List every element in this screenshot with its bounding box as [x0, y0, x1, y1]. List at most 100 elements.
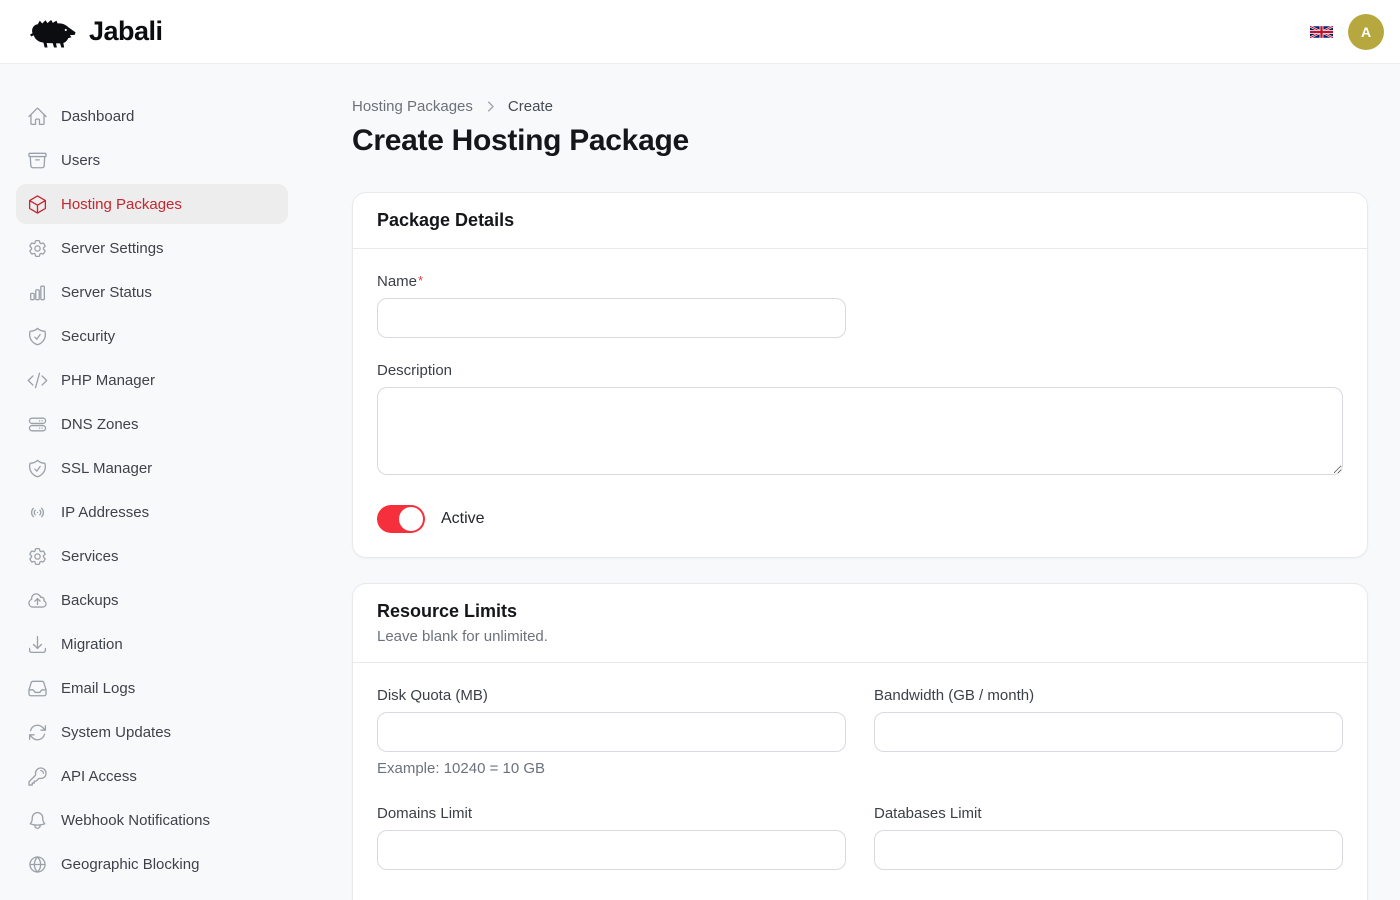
domains-limit-input[interactable]	[377, 830, 846, 870]
required-asterisk: *	[418, 273, 423, 288]
cloud-arrow-up-icon	[27, 590, 48, 611]
brand: Jabali	[28, 12, 163, 52]
domains-limit-label: Domains Limit	[377, 805, 846, 822]
databases-limit-input[interactable]	[874, 830, 1343, 870]
main-content: Hosting Packages Create Create Hosting P…	[304, 64, 1400, 900]
package-details-header: Package Details	[353, 193, 1367, 249]
sidebar-item-security[interactable]: Security	[16, 316, 288, 356]
shield-check-icon	[27, 326, 48, 347]
sidebar-item-label: PHP Manager	[61, 372, 155, 389]
cube-icon	[27, 194, 48, 215]
header-actions: A	[1310, 14, 1384, 50]
sidebar-item-php-manager[interactable]: PHP Manager	[16, 360, 288, 400]
resource-limits-title: Resource Limits	[377, 601, 1343, 622]
resource-limits-body: Disk Quota (MB) Example: 10240 = 10 GB B…	[353, 663, 1367, 900]
sidebar-item-geographic-blocking[interactable]: Geographic Blocking	[16, 844, 288, 884]
cog-icon	[27, 238, 48, 259]
package-details-body: Name* Description Active	[353, 249, 1367, 557]
breadcrumb-current: Create	[508, 98, 553, 115]
signal-icon	[27, 502, 48, 523]
sidebar-item-label: Server Settings	[61, 240, 164, 257]
sidebar-item-dashboard[interactable]: Dashboard	[16, 96, 288, 136]
resource-limits-subtitle: Leave blank for unlimited.	[377, 628, 1343, 645]
globe-icon	[27, 854, 48, 875]
sidebar-item-label: Geographic Blocking	[61, 856, 199, 873]
user-avatar[interactable]: A	[1348, 14, 1384, 50]
arrow-down-tray-icon	[27, 634, 48, 655]
archive-box-icon	[27, 150, 48, 171]
sidebar-item-users[interactable]: Users	[16, 140, 288, 180]
sidebar-item-label: Services	[61, 548, 119, 565]
databases-limit-field: Databases Limit	[874, 805, 1343, 870]
sidebar-item-services[interactable]: Services	[16, 536, 288, 576]
sidebar-item-label: Webhook Notifications	[61, 812, 210, 829]
toggle-knob	[399, 507, 423, 531]
bandwidth-field: Bandwidth (GB / month)	[874, 687, 1343, 752]
arrow-path-icon	[27, 722, 48, 743]
sidebar-item-label: Dashboard	[61, 108, 134, 125]
chevron-right-icon	[483, 99, 498, 114]
code-bracket-icon	[27, 370, 48, 391]
sidebar-item-label: Backups	[61, 592, 119, 609]
bandwidth-label: Bandwidth (GB / month)	[874, 687, 1343, 704]
sidebar-item-dns-zones[interactable]: DNS Zones	[16, 404, 288, 444]
sidebar-item-backups[interactable]: Backups	[16, 580, 288, 620]
bandwidth-input[interactable]	[874, 712, 1343, 752]
sidebar-item-api-access[interactable]: API Access	[16, 756, 288, 796]
package-details-title: Package Details	[377, 210, 1343, 231]
sidebar-item-email-logs[interactable]: Email Logs	[16, 668, 288, 708]
sidebar-item-ssl-manager[interactable]: SSL Manager	[16, 448, 288, 488]
inbox-icon	[27, 678, 48, 699]
boar-icon	[28, 12, 80, 52]
description-field: Description	[377, 362, 1343, 480]
sidebar: Dashboard Users Hosting Packages Server Set…	[0, 64, 304, 900]
sidebar-item-label: Email Logs	[61, 680, 135, 697]
breadcrumb: Hosting Packages Create	[352, 98, 1368, 115]
databases-limit-label: Databases Limit	[874, 805, 1343, 822]
name-field: Name*	[377, 273, 1343, 338]
sidebar-item-label: Security	[61, 328, 115, 345]
app-header: Jabali A	[0, 0, 1400, 64]
breadcrumb-parent[interactable]: Hosting Packages	[352, 98, 473, 115]
description-label: Description	[377, 362, 1343, 379]
sidebar-item-ip-addresses[interactable]: IP Addresses	[16, 492, 288, 532]
sidebar-item-label: Server Status	[61, 284, 152, 301]
sidebar-item-label: IP Addresses	[61, 504, 149, 521]
active-toggle-row: Active	[377, 504, 1343, 533]
resource-limits-card: Resource Limits Leave blank for unlimite…	[352, 583, 1368, 900]
sidebar-item-server-settings[interactable]: Server Settings	[16, 228, 288, 268]
disk-quota-input[interactable]	[377, 712, 846, 752]
bell-icon	[27, 810, 48, 831]
active-toggle[interactable]	[377, 505, 425, 533]
cog-icon	[27, 546, 48, 567]
sidebar-item-system-updates[interactable]: System Updates	[16, 712, 288, 752]
key-icon	[27, 766, 48, 787]
sidebar-item-webhook-notifications[interactable]: Webhook Notifications	[16, 800, 288, 840]
disk-quota-field: Disk Quota (MB) Example: 10240 = 10 GB	[377, 687, 846, 777]
name-input[interactable]	[377, 298, 846, 338]
domains-limit-field: Domains Limit	[377, 805, 846, 870]
bar-chart-icon	[27, 282, 48, 303]
active-toggle-label: Active	[441, 510, 485, 528]
package-details-card: Package Details Name* Description Active	[352, 192, 1368, 558]
uk-flag-icon[interactable]	[1310, 24, 1333, 40]
sidebar-item-server-status[interactable]: Server Status	[16, 272, 288, 312]
server-stack-icon	[27, 414, 48, 435]
sidebar-item-label: System Updates	[61, 724, 171, 741]
sidebar-item-label: SSL Manager	[61, 460, 152, 477]
sidebar-item-label: DNS Zones	[61, 416, 139, 433]
brand-name: Jabali	[89, 16, 163, 47]
sidebar-item-hosting-packages[interactable]: Hosting Packages	[16, 184, 288, 224]
sidebar-item-label: Users	[61, 152, 100, 169]
description-textarea[interactable]	[377, 387, 1343, 475]
home-icon	[27, 106, 48, 127]
resource-limits-header: Resource Limits Leave blank for unlimite…	[353, 584, 1367, 663]
sidebar-item-label: Hosting Packages	[61, 196, 182, 213]
disk-quota-hint: Example: 10240 = 10 GB	[377, 760, 846, 777]
sidebar-item-label: Migration	[61, 636, 123, 653]
disk-quota-label: Disk Quota (MB)	[377, 687, 846, 704]
sidebar-item-label: API Access	[61, 768, 137, 785]
name-label: Name*	[377, 273, 1343, 290]
sidebar-item-migration[interactable]: Migration	[16, 624, 288, 664]
shield-check-icon	[27, 458, 48, 479]
